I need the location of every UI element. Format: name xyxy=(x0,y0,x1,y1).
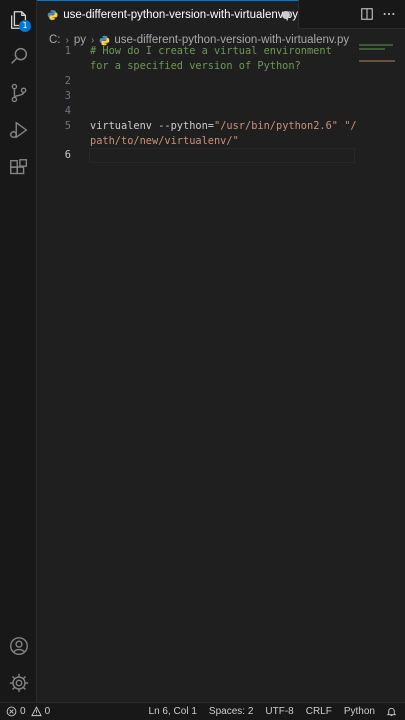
code-editor[interactable]: 1 2 3 4 5 6 # How do I create a virtual … xyxy=(37,44,405,702)
line-number: 3 xyxy=(64,90,71,102)
split-editor-icon[interactable] xyxy=(359,6,375,22)
line-number: 5 xyxy=(64,120,71,132)
minimap-line xyxy=(359,60,395,62)
minimap-line xyxy=(359,44,393,46)
minimap-line xyxy=(359,48,385,50)
tab-label: use-different-python-version-with-virtua… xyxy=(63,9,298,21)
code-token-string: "/ xyxy=(344,120,357,132)
code-token-flag: --python= xyxy=(158,120,214,132)
code-line-1-wrap: for a specified version of Python? xyxy=(90,60,301,72)
explorer-badge: 1 xyxy=(19,20,31,32)
code-token-string: "/usr/bin/python2.6" xyxy=(214,120,338,132)
problems-indicator[interactable]: 0 0 xyxy=(0,703,56,720)
warning-count: 0 xyxy=(44,706,51,717)
activity-bar: 1 xyxy=(0,0,37,702)
line-number: 4 xyxy=(64,105,71,117)
warning-icon xyxy=(30,706,42,717)
code-line-5: virtualenv --python="/usr/bin/python2.6"… xyxy=(90,120,357,132)
status-bar: 0 0 Ln 6, Col 1 Spaces: 2 UTF-8 CRLF Pyt… xyxy=(0,702,405,720)
source-control-icon[interactable] xyxy=(0,75,37,111)
explorer-icon[interactable]: 1 xyxy=(0,2,37,38)
more-actions-icon[interactable] xyxy=(381,6,397,22)
code-line-5-wrap: path/to/new/virtualenv/" xyxy=(90,135,239,147)
search-icon[interactable] xyxy=(0,38,37,74)
line-number-active: 6 xyxy=(64,149,71,161)
run-debug-icon[interactable] xyxy=(0,112,37,148)
indentation[interactable]: Spaces: 2 xyxy=(203,703,259,720)
manage-gear-icon[interactable] xyxy=(0,665,37,701)
python-file-icon xyxy=(47,10,58,20)
cursor-position[interactable]: Ln 6, Col 1 xyxy=(143,703,203,720)
encoding[interactable]: UTF-8 xyxy=(259,703,299,720)
unsaved-dot-icon[interactable] xyxy=(282,11,290,19)
minimap[interactable] xyxy=(359,44,399,64)
notifications-bell-icon[interactable] xyxy=(381,703,405,720)
tab-bar: use-different-python-version-with-virtua… xyxy=(37,0,405,29)
error-icon xyxy=(6,706,17,717)
code-line-1: # How do I create a virtual environment xyxy=(90,45,332,57)
line-number: 1 xyxy=(64,45,71,57)
end-of-line[interactable]: CRLF xyxy=(300,703,338,720)
line-number: 2 xyxy=(64,75,71,87)
error-count: 0 xyxy=(20,706,26,717)
minimap-gap xyxy=(359,52,399,60)
language-mode[interactable]: Python xyxy=(338,703,381,720)
current-line-highlight xyxy=(89,148,355,163)
code-token-command: virtualenv xyxy=(90,120,159,132)
extensions-icon[interactable] xyxy=(0,150,37,186)
account-icon[interactable] xyxy=(0,628,37,664)
editor-tab[interactable]: use-different-python-version-with-virtua… xyxy=(37,0,299,29)
